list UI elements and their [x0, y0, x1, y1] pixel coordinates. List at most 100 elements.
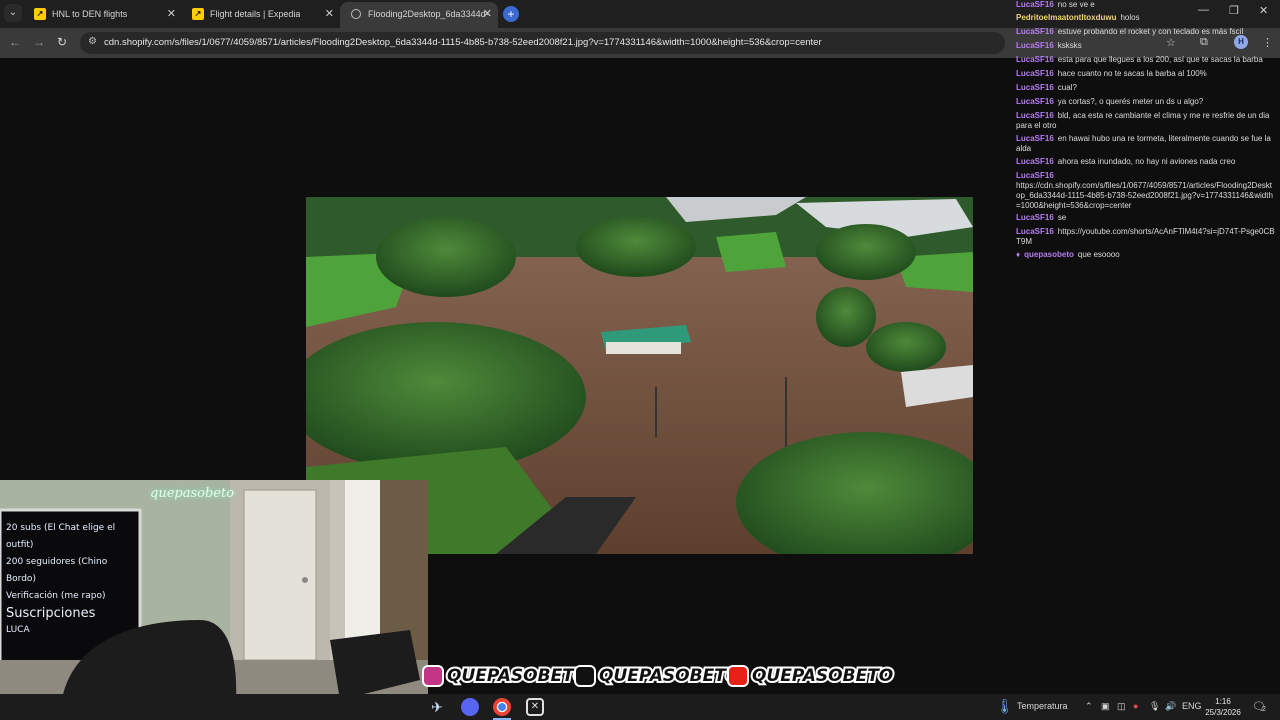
chat-message: ♦ quepasobeto que esoooo — [1016, 250, 1276, 260]
chat-message: PedritoelmaatontItoxduwu holos — [1016, 13, 1276, 23]
stream-chat: LucaSF16 no se ve e PedritoelmaatontItoxd… — [1010, 0, 1278, 270]
notification-count: 2 — [1262, 706, 1266, 713]
chat-message: LucaSF16 esta para que llegues a los 200,… — [1016, 55, 1276, 65]
instagram-icon — [422, 665, 444, 687]
chat-message: LucaSF16 se — [1016, 213, 1276, 223]
chrome-icon[interactable] — [493, 698, 511, 716]
board-line: 200 seguidores (Chino Bordo) — [6, 557, 108, 584]
chat-text: ya cortas?, o querés meter un ds u algo? — [1057, 97, 1204, 106]
tab-search-button[interactable]: ⌄ — [4, 4, 22, 22]
tab-title: HNL to DEN flights — [52, 9, 128, 19]
tab-title: Flooding2Desktop_6da3344d-1 — [368, 9, 488, 19]
chat-text: bld, aca esta re cambiante el clima y me… — [1016, 111, 1270, 130]
chat-username: LucaSF16 — [1016, 55, 1054, 64]
chat-text: en hawai hubo una re tormeta, literalmen… — [1016, 134, 1271, 153]
chat-username: LucaSF16 — [1016, 157, 1054, 166]
chat-text: cual? — [1057, 83, 1077, 92]
chat-text: estuve probando el rocket y con teclado … — [1057, 27, 1244, 36]
screen: { "browser": { "tabs": [ {"title": "HNL … — [0, 0, 1280, 720]
chat-username: LucaSF16 — [1016, 27, 1054, 36]
chat-message: LucaSF16 hace cuanto no te sacas la barba… — [1016, 69, 1276, 79]
chat-message: LucaSF16 no se ve e — [1016, 0, 1276, 10]
chat-text: https://cdn.shopify.com/s/files/1/0677/4… — [1016, 181, 1273, 210]
chat-username: LucaSF16 — [1016, 0, 1054, 9]
chat-username: PedritoelmaatontItoxduwu — [1016, 13, 1117, 22]
chat-text: se — [1057, 213, 1067, 222]
clock-date: 25/3/2026 — [1205, 708, 1241, 717]
chat-text: holos — [1120, 13, 1140, 22]
social-banner: QUEPASOBETO QUEPASOBETO QUEPASOBETO — [422, 664, 895, 688]
neon-sign-text: quepasobeto — [150, 486, 235, 501]
clock[interactable]: 1:16 25/3/2026 — [1200, 696, 1246, 718]
weather-text[interactable]: Temperatura — [1017, 701, 1068, 711]
reload-icon[interactable]: ↻ — [57, 35, 67, 49]
chat-message: LucaSF16 ahora esta inundado, no hay ni a… — [1016, 157, 1276, 167]
chat-message: LucaSF16 ya cortas?, o querés meter un ds… — [1016, 97, 1276, 107]
social-handle: QUEPASOBETO — [597, 664, 742, 688]
volume-icon[interactable]: 🔊 — [1165, 701, 1176, 712]
chat-text: hace cuanto no te sacas la barba al 100% — [1057, 69, 1207, 78]
social-handle: QUEPASOBETO — [750, 664, 895, 688]
chat-username: LucaSF16 — [1016, 97, 1054, 106]
thermometer-icon[interactable]: 🌡 — [996, 698, 1014, 715]
chat-text: no se ve e — [1057, 0, 1095, 9]
close-tab-icon[interactable]: ✕ — [167, 2, 176, 26]
chat-username: LucaSF16 — [1016, 213, 1054, 222]
expedia-icon: ↗ — [192, 8, 204, 20]
chat-text: ahora esta inundado, no hay ni aviones n… — [1057, 157, 1236, 166]
chat-message: LucaSF16 https://cdn.shopify.com/s/files/… — [1016, 171, 1276, 211]
tab-hnl-to-den[interactable]: ↗ HNL to DEN flights ✕ — [24, 2, 182, 28]
chat-username: LucaSF16 — [1016, 171, 1054, 180]
tray-icon[interactable]: ● — [1133, 701, 1138, 711]
whiteboard-text: 20 subs (El Chat elige el outfit) 200 se… — [6, 520, 136, 639]
chat-text: que esoooo — [1077, 250, 1120, 259]
tab-flight-details[interactable]: ↗ Flight details | Expedia ✕ — [182, 2, 340, 28]
social-handle: QUEPASOBETO — [445, 664, 590, 688]
chat-message: LucaSF16 https://youtube.com/shorts/AcAnF… — [1016, 227, 1276, 247]
board-line: Suscripciones — [6, 606, 96, 621]
chat-text: ksksks — [1057, 41, 1082, 50]
tray-icon[interactable]: ◫ — [1117, 701, 1126, 712]
discord-icon[interactable] — [461, 698, 479, 716]
chat-username: quepasobeto — [1024, 250, 1074, 259]
chat-username: LucaSF16 — [1016, 83, 1054, 92]
tab-flooding-image[interactable]: Flooding2Desktop_6da3344d-1 ✕ — [340, 2, 498, 28]
tiktok-icon — [574, 665, 596, 687]
site-info-icon[interactable]: ⚙ — [88, 36, 97, 47]
mod-badge-icon: ♦ — [1016, 250, 1021, 259]
close-tab-icon[interactable]: ✕ — [483, 2, 492, 26]
youtube-icon — [727, 665, 749, 687]
expedia-icon: ↗ — [34, 8, 46, 20]
address-bar[interactable]: ⚙ cdn.shopify.com/s/files/1/0677/4059/85… — [80, 32, 1005, 54]
globe-icon — [351, 9, 361, 19]
chat-username: LucaSF16 — [1016, 111, 1054, 120]
new-tab-button[interactable]: + — [503, 6, 519, 22]
close-tab-icon[interactable]: ✕ — [325, 2, 334, 26]
clock-time: 1:16 — [1215, 697, 1231, 706]
windows-taskbar: ✈ ✕ 🌡 Temperatura ⌃ ▣ ◫ ● 🎙 🔊 ENG 1:16 2… — [0, 694, 1280, 720]
chat-text: esta para que llegues a los 200, así que… — [1057, 55, 1263, 64]
board-line: Verificación (me rapo) — [6, 591, 106, 601]
chat-message: LucaSF16 en hawai hubo una re tormeta, li… — [1016, 134, 1276, 154]
tray-icon[interactable]: ▣ — [1101, 701, 1110, 712]
board-line: 20 subs (El Chat elige el outfit) — [6, 523, 116, 550]
tab-title: Flight details | Expedia — [210, 9, 301, 19]
chat-message: LucaSF16 ksksks — [1016, 41, 1276, 51]
chat-username: LucaSF16 — [1016, 41, 1054, 50]
chat-message: LucaSF16 estuve probando el rocket y con … — [1016, 27, 1276, 37]
chat-message: LucaSF16 cual? — [1016, 83, 1276, 93]
language-indicator[interactable]: ENG — [1182, 701, 1202, 711]
board-line: LUCA — [6, 625, 30, 635]
webcam-overlay: quepasobeto 20 subs (El Chat elige el ou… — [0, 480, 428, 720]
chevron-up-icon[interactable]: ⌃ — [1085, 701, 1093, 712]
chat-message: LucaSF16 bld, aca esta re cambiante el cl… — [1016, 111, 1276, 131]
chat-username: LucaSF16 — [1016, 69, 1054, 78]
url-text[interactable]: cdn.shopify.com/s/files/1/0677/4059/8571… — [104, 37, 822, 48]
microphone-icon[interactable]: 🎙 — [1149, 701, 1160, 712]
chat-username: LucaSF16 — [1016, 227, 1054, 236]
capcut-icon[interactable]: ✕ — [526, 698, 544, 716]
back-icon[interactable]: ← — [9, 35, 21, 49]
steam-icon[interactable]: ✈ — [428, 698, 446, 716]
chat-username: LucaSF16 — [1016, 134, 1054, 143]
forward-icon[interactable]: → — [33, 35, 45, 49]
